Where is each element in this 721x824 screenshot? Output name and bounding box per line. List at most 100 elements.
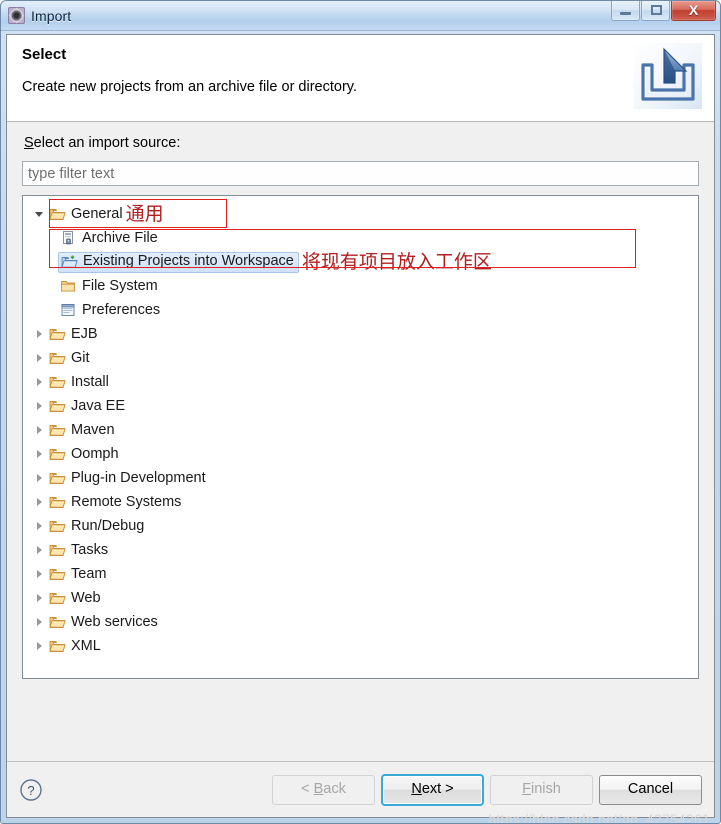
tree-item-run-debug[interactable]: Run/Debug xyxy=(23,514,698,538)
tree-item-plug-in-development[interactable]: Plug-in Development xyxy=(23,466,698,490)
import-gear-icon xyxy=(8,7,25,24)
tree-item-team[interactable]: Team xyxy=(23,562,698,586)
tree-item-git[interactable]: Git xyxy=(23,346,698,370)
minimize-icon xyxy=(620,12,631,15)
open-folder-icon xyxy=(49,449,66,460)
import-source-label: Select an import source: xyxy=(24,135,699,151)
tree-item-label: General xyxy=(71,205,123,222)
chevron-right-icon[interactable] xyxy=(33,567,47,581)
tree-item-label: File System xyxy=(82,277,158,294)
tree-item-label: Archive File xyxy=(82,229,158,246)
next-button[interactable]: Next > xyxy=(381,773,484,806)
folder-icon xyxy=(61,281,75,292)
question-mark-help-icon[interactable]: ? xyxy=(19,778,43,802)
source-label-mnemonic: S xyxy=(24,135,34,151)
source-label-text: elect an import source: xyxy=(33,135,181,151)
next-button-mnemonic: N xyxy=(411,781,422,798)
open-folder-icon xyxy=(49,425,66,436)
tree-item-tasks[interactable]: Tasks xyxy=(23,538,698,562)
chevron-right-icon[interactable] xyxy=(33,375,47,389)
back-button-mnemonic: B xyxy=(313,781,324,798)
back-button-prefix: < xyxy=(301,781,314,798)
tree-item-existing-projects-into-workspace[interactable]: Existing Projects into Workspace 将现有项目放入… xyxy=(23,250,698,274)
open-folder-icon xyxy=(49,617,66,628)
tree-item-label: Oomph xyxy=(71,445,119,462)
tree-item-archive-file[interactable]: Archive File xyxy=(23,226,698,250)
tree-item-remote-systems[interactable]: Remote Systems xyxy=(23,490,698,514)
back-button-suffix: ack xyxy=(323,781,346,798)
open-folder-icon xyxy=(49,473,66,484)
open-folder-icon xyxy=(49,497,66,508)
tree-item-label: XML xyxy=(71,637,101,654)
tree-item-web[interactable]: Web xyxy=(23,586,698,610)
chevron-right-icon[interactable] xyxy=(33,423,47,437)
tree-item-label: Web services xyxy=(71,613,158,630)
wizard-button-group: < Back Next > Finish Cancel xyxy=(272,773,702,806)
chevron-right-icon[interactable] xyxy=(33,591,47,605)
cancel-button[interactable]: Cancel xyxy=(599,774,702,805)
tree-item-label: Run/Debug xyxy=(71,517,145,534)
chevron-right-icon[interactable] xyxy=(33,447,47,461)
chevron-down-icon[interactable] xyxy=(33,207,47,221)
maximize-button[interactable] xyxy=(641,1,670,21)
project-folder-icon xyxy=(61,255,78,268)
close-icon: X xyxy=(688,2,699,18)
tree-item-label: Plug-in Development xyxy=(71,469,206,486)
tree-item-label: Maven xyxy=(71,421,115,438)
tree-item-label: Existing Projects into Workspace xyxy=(83,253,294,270)
chevron-right-icon[interactable] xyxy=(33,543,47,557)
dialog-client-area: Select Create new projects from an archi… xyxy=(6,34,715,823)
open-folder-icon xyxy=(49,329,66,340)
chevron-right-icon[interactable] xyxy=(33,639,47,653)
window-controls: X xyxy=(610,1,716,23)
tree-item-ejb[interactable]: EJB xyxy=(23,322,698,346)
open-folder-icon xyxy=(49,353,66,364)
open-folder-icon xyxy=(49,209,66,220)
tree-item-label: Git xyxy=(71,349,90,366)
tree-item-oomph[interactable]: Oomph xyxy=(23,442,698,466)
tree-item-general[interactable]: General 通用 xyxy=(23,202,698,226)
maximize-icon xyxy=(651,5,662,15)
tree-item-xml[interactable]: XML xyxy=(23,634,698,658)
finish-button[interactable]: Finish xyxy=(490,774,593,805)
tree-item-file-system[interactable]: File System xyxy=(23,274,698,298)
title-bar[interactable]: Import X xyxy=(1,1,720,31)
tree-content: General 通用 Archive File Existing Project… xyxy=(23,196,698,678)
svg-text:?: ? xyxy=(27,783,34,798)
annotation-existing-projects-cn: 将现有项目放入工作区 xyxy=(301,250,492,273)
tree-item-install[interactable]: Install xyxy=(23,370,698,394)
chevron-right-icon[interactable] xyxy=(33,495,47,509)
tree-item-label: Web xyxy=(71,589,101,606)
tree-item-label: Team xyxy=(71,565,107,582)
tree-item-label: Remote Systems xyxy=(71,493,182,510)
page-description: Create new projects from an archive file… xyxy=(22,79,357,95)
wizard-header: Select Create new projects from an archi… xyxy=(7,35,714,122)
chevron-right-icon[interactable] xyxy=(33,399,47,413)
tree-item-preferences[interactable]: Preferences xyxy=(23,298,698,322)
finish-button-mnemonic: F xyxy=(522,781,532,798)
tree-item-java-ee[interactable]: Java EE xyxy=(23,394,698,418)
close-button[interactable]: X xyxy=(671,1,716,21)
minimize-button[interactable] xyxy=(611,1,640,21)
chevron-right-icon[interactable] xyxy=(33,471,47,485)
dialog-body: Select an import source: General 通用 xyxy=(7,122,714,761)
open-folder-icon xyxy=(49,593,66,604)
chevron-right-icon[interactable] xyxy=(33,615,47,629)
watermark-text: https://blog.csdn.net/qq_42754261 xyxy=(488,811,710,824)
filter-input[interactable] xyxy=(22,161,699,186)
tree-item-maven[interactable]: Maven xyxy=(23,418,698,442)
import-source-tree[interactable]: General 通用 Archive File Existing Project… xyxy=(22,195,699,679)
tree-item-label: EJB xyxy=(71,325,98,342)
chevron-right-icon[interactable] xyxy=(33,327,47,341)
open-folder-icon xyxy=(49,401,66,412)
chevron-right-icon[interactable] xyxy=(33,519,47,533)
next-button-suffix: ext > xyxy=(421,781,454,798)
tree-item-selection-highlight[interactable]: Existing Projects into Workspace xyxy=(58,251,299,273)
open-folder-icon xyxy=(49,377,66,388)
tree-item-web-services[interactable]: Web services xyxy=(23,610,698,634)
cancel-button-label: Cancel xyxy=(627,781,674,798)
chevron-right-icon[interactable] xyxy=(33,351,47,365)
import-arrow-into-tray-icon xyxy=(634,43,702,109)
page-title: Select xyxy=(22,46,67,63)
back-button[interactable]: < Back xyxy=(272,774,375,805)
